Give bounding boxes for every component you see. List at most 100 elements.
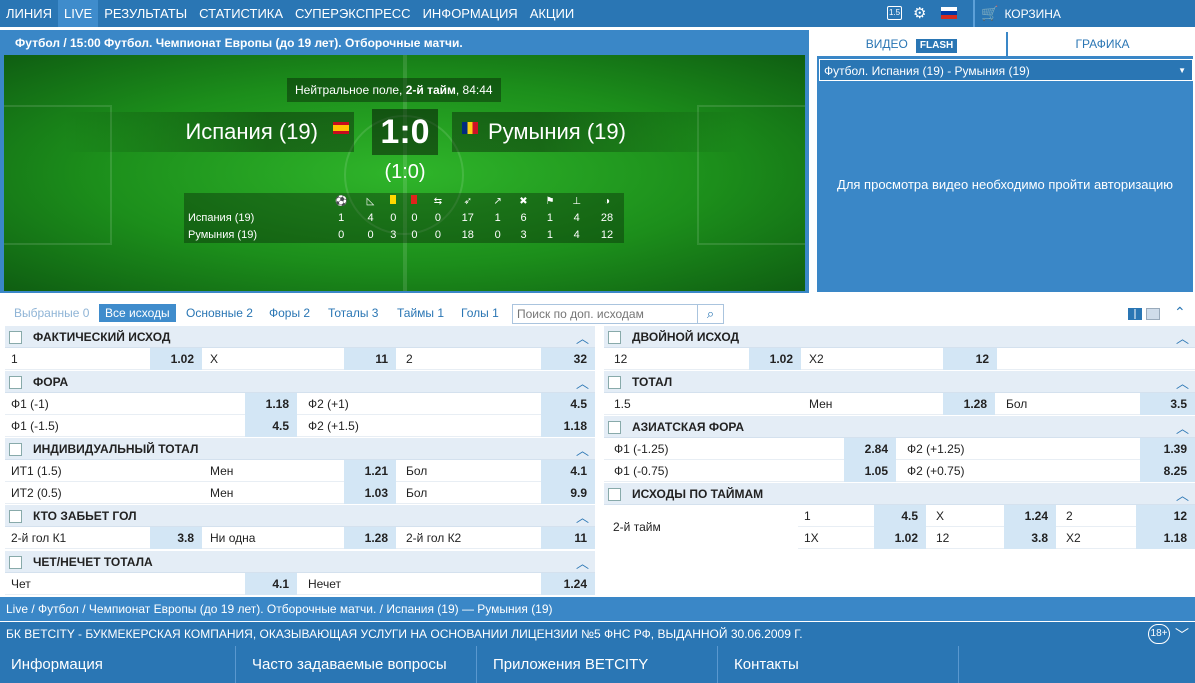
nav-item-promotions[interactable]: АКЦИИ xyxy=(524,0,581,27)
match-stats-table: ⚽ ◺ ⇆ ➶ ↗ ✖ ⚑ ⊥ ◑ Испания (19) 1 4 0 0 0 17 1 6… xyxy=(184,193,624,243)
odds-cell[interactable]: 32 xyxy=(541,348,595,370)
chevron-up-icon[interactable]: ︿ xyxy=(576,553,589,572)
odds-cell[interactable]: 8.25 xyxy=(1140,460,1195,482)
half-score: (1:0) xyxy=(384,161,426,183)
market-individual-total: ИНДИВИДУАЛЬНЫЙ ТОТАЛ ︿ ИТ1 (1.5) Мен 1.21… xyxy=(5,438,595,504)
gear-icon[interactable]: ⚙ xyxy=(913,4,926,22)
market-checkbox[interactable] xyxy=(608,331,621,344)
filter-halves[interactable]: Таймы 1 xyxy=(397,304,444,322)
collapse-all-icon[interactable]: ⌃ xyxy=(1174,304,1186,321)
flash-badge[interactable]: FLASH xyxy=(915,39,958,53)
odds-cell[interactable]: 1.02 xyxy=(874,527,926,549)
odds-cell[interactable]: 3.8 xyxy=(150,527,202,549)
chevron-up-icon[interactable]: ︿ xyxy=(576,328,589,347)
nav-item-live[interactable]: LIVE xyxy=(58,0,99,27)
odds-cell[interactable]: 4.1 xyxy=(245,573,297,595)
yellow-card-icon xyxy=(383,193,404,209)
match-half: 2-й тайм xyxy=(405,83,456,97)
russian-flag-icon[interactable] xyxy=(941,7,957,19)
odds-cell[interactable]: 1.24 xyxy=(1004,505,1056,527)
nav-item-line[interactable]: ЛИНИЯ xyxy=(0,0,58,27)
filter-all[interactable]: Все исходы xyxy=(99,304,176,322)
market-row: Ф1 (-1.25) 2.84 Ф2 (+1.25) 1.39 xyxy=(604,438,1195,460)
odds-cell[interactable]: 1.03 xyxy=(344,482,396,504)
filter-goals[interactable]: Голы 1 xyxy=(461,304,499,322)
footer-link-apps[interactable]: Приложения BETCITY xyxy=(482,646,718,683)
nav-item-information[interactable]: ИНФОРМАЦИЯ xyxy=(417,0,524,27)
market-checkbox[interactable] xyxy=(9,556,22,569)
filter-main[interactable]: Основные 2 xyxy=(186,304,253,322)
nav-item-statistics[interactable]: СТАТИСТИКА xyxy=(193,0,289,27)
market-checkbox[interactable] xyxy=(9,510,22,523)
odds-cell[interactable]: 1.28 xyxy=(344,527,396,549)
market-checkbox[interactable] xyxy=(9,443,22,456)
odds-cell[interactable]: 12 xyxy=(1136,505,1195,527)
odds-cell[interactable]: 1.18 xyxy=(1136,527,1195,549)
market-checkbox[interactable] xyxy=(608,488,621,501)
market-checkbox[interactable] xyxy=(9,376,22,389)
market-header: КТО ЗАБЬЕТ ГОЛ ︿ xyxy=(5,505,595,527)
chevron-up-icon[interactable]: ︿ xyxy=(1176,373,1189,392)
market-checkbox[interactable] xyxy=(608,421,621,434)
market-header: ЧЕТ/НЕЧЕТ ТОТАЛА ︿ xyxy=(5,551,595,573)
cart-button[interactable]: 🛒 КОРЗИНА xyxy=(973,0,1195,27)
odds-cell[interactable]: 1.21 xyxy=(344,460,396,482)
chevron-down-icon[interactable]: ﹀ xyxy=(1175,625,1189,645)
search-icon[interactable]: ⌕ xyxy=(698,304,724,324)
market-double-chance: ДВОЙНОЙ ИСХОД ︿ 12 1.02 X2 12 xyxy=(604,326,1195,370)
chevron-up-icon[interactable]: ︿ xyxy=(576,507,589,526)
odds-cell[interactable]: 1.02 xyxy=(749,348,801,370)
odds-cell[interactable]: 4.5 xyxy=(245,415,297,437)
odds-cell[interactable]: 9.9 xyxy=(541,482,595,504)
odds-cell[interactable]: 2.84 xyxy=(844,438,896,460)
market-checkbox[interactable] xyxy=(608,376,621,389)
market-checkbox[interactable] xyxy=(9,331,22,344)
filter-totals[interactable]: Тоталы 3 xyxy=(328,304,378,322)
footer-link-info[interactable]: Информация xyxy=(0,646,236,683)
odds-cell[interactable]: 1.02 xyxy=(150,348,202,370)
chevron-up-icon[interactable]: ︿ xyxy=(1176,418,1189,437)
odds-cell[interactable]: 4.5 xyxy=(541,393,595,415)
chevron-up-icon[interactable]: ︿ xyxy=(1176,485,1189,504)
footer-link-contacts[interactable]: Контакты xyxy=(723,646,959,683)
filter-handicaps[interactable]: Форы 2 xyxy=(269,304,310,322)
odds-cell[interactable]: 12 xyxy=(943,348,997,370)
odds-cell[interactable]: 3.5 xyxy=(1140,393,1195,415)
odds-cell[interactable]: 1.18 xyxy=(541,415,595,437)
team2-name: Румыния (19) xyxy=(452,112,742,152)
video-match-select[interactable]: Футбол. Испания (19) - Румыния (19) ▼ xyxy=(819,59,1193,81)
odds-cell[interactable]: 4.5 xyxy=(874,505,926,527)
video-auth-message: Для просмотра видео необходимо пройти ав… xyxy=(837,177,1173,192)
odds-cell[interactable]: 1.28 xyxy=(943,393,995,415)
tab-video[interactable]: ВИДЕО FLASH xyxy=(817,32,1006,56)
chevron-up-icon[interactable]: ︿ xyxy=(576,373,589,392)
footer-link-faq[interactable]: Часто задаваемые вопросы xyxy=(241,646,477,683)
odds-cell[interactable]: 3.8 xyxy=(1004,527,1056,549)
tab-graphics[interactable]: ГРАФИКА xyxy=(1006,32,1195,56)
market-main-outcome: ФАКТИЧЕСКИЙ ИСХОД ︿ 1 1.02 X 11 2 32 xyxy=(5,326,595,370)
odds-cell[interactable]: 1.24 xyxy=(541,573,595,595)
period-label: 2-й тайм xyxy=(613,520,661,534)
chevron-up-icon[interactable]: ︿ xyxy=(1176,328,1189,347)
match-score: 1:0 xyxy=(372,109,438,155)
chevron-up-icon[interactable]: ︿ xyxy=(576,440,589,459)
odds-cell[interactable]: 4.1 xyxy=(541,460,595,482)
top-navigation: ЛИНИЯ LIVE РЕЗУЛЬТАТЫ СТАТИСТИКА СУПЕРЭК… xyxy=(0,0,1195,27)
odds-cell[interactable]: 11 xyxy=(541,527,595,549)
two-column-view-icon[interactable] xyxy=(1128,308,1142,320)
filter-selected[interactable]: Выбранные 0 xyxy=(14,304,89,322)
nav-item-results[interactable]: РЕЗУЛЬТАТЫ xyxy=(98,0,193,27)
nav-item-superexpress[interactable]: СУПЕРЭКСПРЕСС xyxy=(289,0,417,27)
page-breadcrumb[interactable]: Live / Футбол / Чемпионат Европы (до 19 … xyxy=(0,597,1195,621)
footer: Информация Часто задаваемые вопросы Прил… xyxy=(0,646,1195,683)
market-row: 1 1.02 X 11 2 32 xyxy=(5,348,595,370)
goal-kick-icon: ⊥ xyxy=(572,195,582,207)
spain-flag-icon xyxy=(333,122,349,134)
odds-format-badge[interactable]: 1.5 xyxy=(887,6,902,20)
odds-cell[interactable]: 11 xyxy=(344,348,396,370)
odds-cell[interactable]: 1.05 xyxy=(844,460,896,482)
one-column-view-icon[interactable] xyxy=(1146,308,1160,320)
search-input[interactable] xyxy=(512,304,698,324)
odds-cell[interactable]: 1.39 xyxy=(1140,438,1195,460)
odds-cell[interactable]: 1.18 xyxy=(245,393,297,415)
